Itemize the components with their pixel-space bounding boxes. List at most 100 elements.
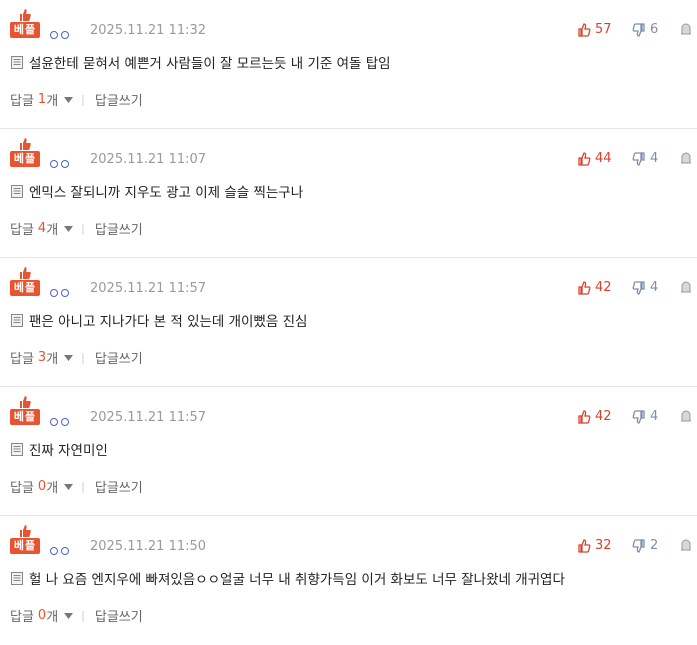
thumbs-up-icon	[20, 267, 31, 279]
best-label: 베플	[10, 538, 40, 554]
reply-bar: 답글 0 개 | 답글쓰기	[10, 477, 143, 496]
write-reply-link[interactable]: 답글쓰기	[95, 219, 143, 238]
separator: |	[81, 609, 85, 622]
reply-toggle-label[interactable]: 답글	[10, 90, 34, 109]
reply-bar: 답글 1 개 | 답글쓰기	[10, 90, 143, 109]
comment-content: 팬은 아니고 지나가다 본 적 있는데 개이뻤음 진심	[11, 310, 307, 330]
thumbs-up-icon	[578, 22, 591, 37]
chevron-down-icon[interactable]	[64, 612, 74, 619]
comment-text: 팬은 아니고 지나가다 본 적 있는데 개이뻤음 진심	[29, 314, 308, 330]
reply-unit: 개	[46, 94, 59, 109]
comment-text: 엔믹스 잘되니까 지우도 광고 이제 슬슬 찍는구나	[29, 185, 304, 201]
thumbs-down-icon	[632, 22, 645, 37]
separator: |	[81, 222, 85, 235]
recommend-button[interactable]: 42	[577, 409, 612, 424]
recommend-count: 42	[595, 280, 612, 295]
reply-count[interactable]: 3	[38, 350, 46, 365]
recommend-button[interactable]: 57	[577, 22, 612, 37]
best-label: 베플	[10, 151, 40, 167]
thumbs-up-icon	[20, 9, 31, 21]
oppose-count: 4	[650, 280, 659, 295]
oppose-button[interactable]: 4	[632, 151, 658, 166]
separator: |	[81, 480, 85, 493]
oppose-button[interactable]: 6	[632, 22, 658, 37]
nickname-circles-icon[interactable]	[50, 411, 72, 430]
reply-toggle-label[interactable]: 답글	[10, 606, 34, 625]
comment-text: 설윤한테 묻혀서 예쁜거 사람들이 잘 모르는듯 내 기준 여돌 탑임	[29, 56, 391, 72]
nickname-circles-icon[interactable]	[50, 282, 72, 301]
nickname-circles-icon[interactable]	[50, 153, 72, 172]
thumbs-up-icon	[20, 138, 31, 150]
best-label: 베플	[10, 409, 40, 425]
oppose-count: 4	[650, 409, 659, 424]
write-reply-link[interactable]: 답글쓰기	[95, 90, 143, 109]
report-icon[interactable]	[680, 281, 692, 293]
recommend-count: 42	[595, 409, 612, 424]
document-icon	[11, 571, 23, 585]
write-reply-link[interactable]: 답글쓰기	[95, 477, 143, 496]
best-badge: 베플	[10, 524, 40, 556]
comment-item: 베플 2025.11.21 11:32 57 6 설윤한테 묻혀서 예쁜거 사람…	[0, 0, 697, 129]
report-icon[interactable]	[680, 152, 692, 164]
reply-unit: 개	[46, 610, 59, 625]
write-reply-link[interactable]: 답글쓰기	[95, 348, 143, 367]
comment-item: 베플 2025.11.21 11:57 42 4	[0, 387, 697, 516]
report-icon[interactable]	[680, 539, 692, 551]
comment-date: 2025.11.21 11:32	[90, 23, 207, 38]
chevron-down-icon[interactable]	[64, 354, 74, 361]
comment-date: 2025.11.21 11:57	[90, 410, 207, 425]
comment-meta: 베플 2025.11.21 11:32 57 6	[10, 8, 697, 40]
thumbs-up-icon	[20, 396, 31, 408]
thumbs-up-icon	[578, 151, 591, 166]
reply-unit: 개	[46, 352, 59, 367]
thumbs-up-icon	[578, 409, 591, 424]
report-icon[interactable]	[680, 410, 692, 422]
comment-date: 2025.11.21 11:57	[90, 281, 207, 296]
comment-list: 베플 2025.11.21 11:32 57 6 설윤한테 묻혀서 예쁜거 사람…	[0, 0, 697, 645]
reply-toggle-label[interactable]: 답글	[10, 219, 34, 238]
reply-toggle-label[interactable]: 답글	[10, 348, 34, 367]
reply-count[interactable]: 0	[38, 608, 46, 623]
document-icon	[11, 313, 23, 327]
recommend-button[interactable]: 44	[577, 151, 612, 166]
reply-bar: 답글 4 개 | 답글쓰기	[10, 219, 143, 238]
best-label: 베플	[10, 280, 40, 296]
best-badge: 베플	[10, 266, 40, 298]
recommend-button[interactable]: 32	[577, 538, 612, 553]
oppose-count: 6	[650, 22, 659, 37]
best-label: 베플	[10, 22, 40, 38]
chevron-down-icon[interactable]	[64, 225, 74, 232]
comment-meta: 베플 2025.11.21 11:50 32 2	[10, 524, 697, 556]
thumbs-up-icon	[20, 525, 31, 537]
reply-count[interactable]: 1	[38, 92, 46, 107]
thumbs-up-icon	[578, 538, 591, 553]
thumbs-down-icon	[632, 538, 645, 553]
thumbs-down-icon	[632, 280, 645, 295]
reply-toggle-label[interactable]: 답글	[10, 477, 34, 496]
reply-count[interactable]: 4	[38, 221, 46, 236]
recommend-count: 44	[595, 151, 612, 166]
oppose-button[interactable]: 4	[632, 280, 658, 295]
oppose-count: 2	[650, 538, 659, 553]
report-icon[interactable]	[680, 23, 692, 35]
best-badge: 베플	[10, 137, 40, 169]
nickname-circles-icon[interactable]	[50, 24, 72, 43]
comment-meta: 베플 2025.11.21 11:07 44 4	[10, 137, 697, 169]
thumbs-up-icon	[578, 280, 591, 295]
oppose-button[interactable]: 2	[632, 538, 658, 553]
comment-content: 헐 나 요즘 엔지우에 빠져있음ㅇㅇ얼굴 너무 내 취향가득임 이거 화보도 너…	[11, 568, 565, 588]
reply-count[interactable]: 0	[38, 479, 46, 494]
chevron-down-icon[interactable]	[64, 96, 74, 103]
nickname-circles-icon[interactable]	[50, 540, 72, 559]
comment-content: 설윤한테 묻혀서 예쁜거 사람들이 잘 모르는듯 내 기준 여돌 탑임	[11, 52, 391, 72]
oppose-button[interactable]: 4	[632, 409, 658, 424]
oppose-count: 4	[650, 151, 659, 166]
comment-text: 헐 나 요즘 엔지우에 빠져있음ㅇㅇ얼굴 너무 내 취향가득임 이거 화보도 너…	[29, 572, 565, 588]
comment-content: 엔믹스 잘되니까 지우도 광고 이제 슬슬 찍는구나	[11, 181, 303, 201]
recommend-button[interactable]: 42	[577, 280, 612, 295]
chevron-down-icon[interactable]	[64, 483, 74, 490]
recommend-count: 57	[595, 22, 612, 37]
comment-item: 베플 2025.11.21 11:57 42 4	[0, 258, 697, 387]
write-reply-link[interactable]: 답글쓰기	[95, 606, 143, 625]
reply-bar: 답글 3 개 | 답글쓰기	[10, 348, 143, 367]
